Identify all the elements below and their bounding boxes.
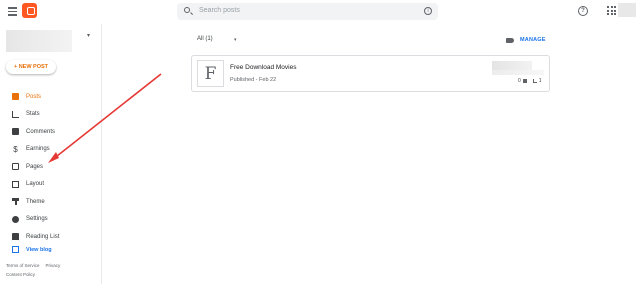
sidebar-item-label: Layout: [26, 181, 45, 188]
sidebar-item-earnings[interactable]: $ Earnings: [0, 141, 101, 159]
view-count: 1: [538, 78, 542, 84]
chevron-down-icon[interactable]: ▾: [87, 32, 90, 39]
search-bar[interactable]: Search posts i: [177, 3, 438, 20]
list-item[interactable]: F Free Download Movies Published - Feb 2…: [191, 55, 550, 92]
terms-link[interactable]: Terms of Service: [6, 263, 40, 268]
sidebar-item-layout[interactable]: Layout: [0, 176, 101, 194]
post-title[interactable]: Free Download Movies: [230, 64, 296, 71]
footer-links: Terms of Service Privacy Content Policy: [6, 261, 66, 279]
label-icon: [506, 38, 514, 43]
sidebar-item-label: Posts: [26, 93, 42, 100]
author-name: [492, 70, 544, 75]
earnings-icon: $: [13, 144, 18, 154]
reading-list-icon: [12, 233, 19, 241]
sidebar-item-label: Earnings: [26, 146, 50, 153]
search-icon: [184, 7, 190, 13]
sidebar-item-comments[interactable]: Comments: [0, 123, 101, 141]
theme-icon: [12, 198, 19, 206]
post-filter-dropdown[interactable]: All (1): [197, 36, 213, 42]
post-status: Published - Feb 22: [230, 77, 277, 83]
chevron-down-icon[interactable]: ▾: [234, 37, 237, 43]
stats-icon: [12, 110, 19, 118]
author-avatar: [492, 61, 532, 70]
blog-selector[interactable]: [6, 30, 72, 52]
privacy-link[interactable]: Privacy: [46, 263, 61, 268]
sidebar-item-settings[interactable]: Settings: [0, 211, 101, 229]
posts-icon: [12, 93, 19, 101]
sidebar-item-label: Settings: [26, 216, 48, 223]
sidebar-item-stats[interactable]: Stats: [0, 106, 101, 124]
apps-grid-icon[interactable]: [607, 6, 616, 15]
info-icon[interactable]: i: [424, 7, 432, 15]
new-post-button[interactable]: + NEW POST: [6, 60, 56, 74]
layout-icon: [12, 180, 19, 188]
blogger-logo[interactable]: [22, 3, 37, 18]
sidebar-item-label: Stats: [26, 111, 40, 118]
sidebar-item-label: Pages: [26, 163, 44, 170]
comments-icon: [12, 128, 19, 136]
comment-icon: [522, 79, 527, 83]
views-icon: [532, 79, 537, 83]
settings-icon: [12, 215, 19, 223]
post-thumbnail: F: [197, 60, 224, 87]
menu-icon[interactable]: [8, 7, 17, 16]
view-blog-label: View blog: [26, 246, 52, 253]
sidebar-item-theme[interactable]: Theme: [0, 193, 101, 211]
top-bar: Search posts i ?: [0, 0, 640, 24]
manage-button[interactable]: MANAGE: [520, 37, 546, 43]
sidebar-item-label: Comments: [26, 128, 56, 135]
sidebar-item-reading-list[interactable]: Reading List: [0, 228, 101, 246]
search-input[interactable]: Search posts: [199, 7, 240, 14]
avatar[interactable]: [618, 3, 636, 17]
view-blog-link[interactable]: View blog: [12, 246, 52, 253]
sidebar-item-label: Reading List: [26, 233, 60, 240]
sidebar-nav: Posts Stats Comments $ Earnings Pages La…: [0, 88, 101, 246]
sidebar-item-pages[interactable]: Pages: [0, 158, 101, 176]
sidebar: ▾ + NEW POST Posts Stats Comments $ Earn…: [0, 24, 102, 284]
comment-count: 0: [518, 78, 521, 84]
post-stats: 0 1: [518, 78, 542, 84]
sidebar-item-label: Theme: [26, 198, 45, 205]
help-icon[interactable]: ?: [578, 6, 588, 16]
pages-icon: [12, 163, 19, 171]
open-external-icon: [12, 246, 19, 253]
sidebar-item-posts[interactable]: Posts: [0, 88, 101, 106]
content-policy-link[interactable]: Content Policy: [6, 272, 35, 277]
